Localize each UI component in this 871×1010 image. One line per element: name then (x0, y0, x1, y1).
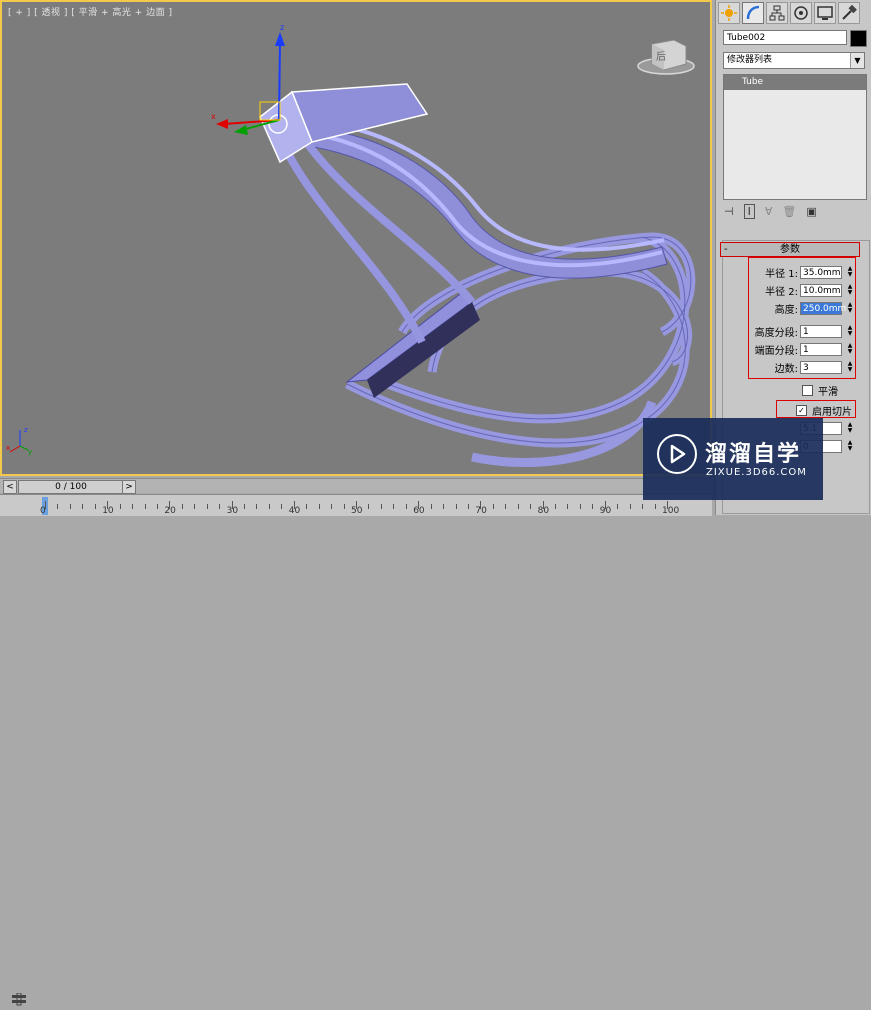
params-highlight-box (748, 257, 856, 379)
ruler-tick (144, 504, 146, 509)
ruler-tick (194, 504, 196, 509)
bend-icon (746, 5, 760, 20)
modifier-stack[interactable]: Tube (723, 74, 867, 200)
spinner-icon[interactable]: ▲ ▼ (846, 439, 854, 453)
ruler-tick (517, 504, 519, 509)
ruler-tick (405, 504, 407, 509)
ruler-tick (567, 504, 569, 509)
stack-toolbar: ⊣ I ∀ 🗑 ▣ (724, 202, 864, 220)
ruler-tick (57, 504, 59, 509)
ruler-tick (592, 504, 594, 509)
ruler-tick (467, 504, 469, 509)
perspective-viewport[interactable]: [ + ] [ 透视 ] [ 平滑 + 高光 + 边面 ] z x 后 z x … (0, 0, 712, 476)
tripod-x-label: x (6, 444, 10, 452)
ruler-tick (132, 504, 134, 509)
slice-highlight-box (776, 400, 856, 418)
hierarchy-tab[interactable] (766, 2, 788, 24)
remove-modifier-icon[interactable]: 🗑 (782, 205, 796, 218)
object-name-field[interactable]: Tube002 (723, 30, 847, 45)
display-tab[interactable] (814, 2, 836, 24)
prev-frame-button[interactable]: < (3, 480, 17, 494)
axis-tripod-icon: z x y (6, 426, 32, 456)
ruler-tick (642, 504, 644, 509)
tripod-z-label: z (24, 426, 28, 434)
smooth-checkbox[interactable] (802, 385, 813, 396)
ruler-tick (156, 504, 158, 509)
parameters-rollout-header[interactable]: - 参数 (720, 242, 860, 257)
ruler-tick (119, 504, 121, 509)
ruler-tick (318, 504, 320, 509)
ruler-tick (256, 504, 258, 509)
selected-tube[interactable] (290, 83, 429, 143)
tripod-y-label: y (28, 448, 32, 456)
ruler-tick (492, 504, 494, 509)
show-end-result-icon[interactable]: I (743, 203, 755, 219)
hierarchy-icon (769, 5, 785, 21)
spinner-icon[interactable]: ▲ ▼ (846, 421, 854, 435)
ruler-tick (94, 504, 96, 509)
next-frame-button[interactable]: > (122, 480, 136, 494)
ruler-tick (331, 504, 333, 509)
watermark-subtitle: ZIXUE.3D66.COM (706, 467, 807, 478)
rollout-title: 参数 (780, 244, 800, 255)
rollout-collapse-toggle[interactable]: - (724, 243, 728, 256)
create-tab[interactable] (718, 2, 740, 24)
ruler-tick (455, 504, 457, 509)
watermark-title: 溜溜自学 (705, 442, 802, 467)
ruler-tick (555, 504, 557, 509)
ruler-tick (69, 504, 71, 509)
make-unique-icon[interactable]: ∀ (765, 205, 773, 218)
gizmo-x-label: x (211, 112, 216, 121)
scene-canvas[interactable]: z x 后 z x y (2, 2, 710, 474)
ruler-tick (505, 504, 507, 509)
modifier-list-label: 修改器列表 (727, 55, 773, 65)
modifier-list-dropdown[interactable]: 修改器列表 ▼ (723, 52, 865, 69)
ruler-tick (443, 504, 445, 509)
ruler-tick (393, 504, 395, 509)
ruler-tick (617, 504, 619, 509)
ruler-tick (530, 504, 532, 509)
chevron-down-icon[interactable]: ▼ (850, 53, 864, 68)
ruler-tick (629, 504, 631, 509)
viewcube-icon[interactable]: 后 (637, 39, 695, 75)
ruler-tick (244, 504, 246, 509)
configure-sets-icon[interactable]: ▣ (806, 205, 816, 218)
motion-icon (794, 6, 808, 20)
ruler-tick (306, 504, 308, 509)
smooth-checkbox-row[interactable]: 平滑 (802, 383, 838, 398)
viewcube-label: 后 (656, 51, 666, 63)
gizmo-z-label: z (280, 23, 284, 32)
ruler-tick (380, 504, 382, 509)
watermark-overlay: 溜溜自学 ZIXUE.3D66.COM (643, 418, 823, 500)
object-color-swatch[interactable] (850, 30, 867, 47)
ruler-tick (82, 504, 84, 509)
ruler-tick (281, 504, 283, 509)
watermark-logo-icon (657, 434, 697, 474)
motion-tab[interactable] (790, 2, 812, 24)
track-bar-toggle-icon[interactable] (8, 992, 30, 1007)
ruler-tick (430, 504, 432, 509)
ruler-tick (654, 504, 656, 509)
ruler-tick (579, 504, 581, 509)
stack-item-tube[interactable]: Tube (724, 75, 866, 90)
transform-gizmo[interactable] (216, 32, 285, 135)
utilities-tab[interactable] (838, 2, 860, 24)
ruler-tick (181, 504, 183, 509)
modify-tab[interactable] (742, 2, 764, 24)
ruler-tick (368, 504, 370, 509)
time-slider[interactable]: 0 / 100 (18, 480, 124, 494)
time-slider-bar: < 0 / 100 > (0, 478, 712, 494)
pin-stack-icon[interactable]: ⊣ (724, 205, 734, 218)
ruler-tick (343, 504, 345, 509)
ruler-tick (206, 504, 208, 509)
command-tabs (718, 2, 870, 26)
ruler-tick (268, 504, 270, 509)
sun-icon (721, 5, 737, 21)
ruler-tick (219, 504, 221, 509)
smooth-label: 平滑 (818, 387, 838, 398)
track-bar[interactable]: 0 10 20 30 40 50 60 70 80 90 100 (0, 494, 712, 1006)
display-icon (817, 6, 833, 20)
hammer-icon (842, 5, 857, 20)
